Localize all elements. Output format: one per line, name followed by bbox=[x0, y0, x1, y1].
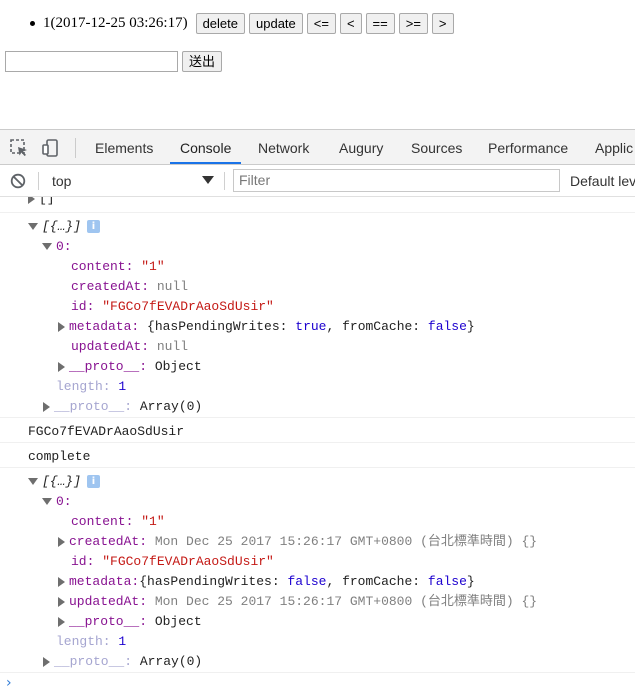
info-icon[interactable]: i bbox=[87, 220, 101, 234]
message-divider bbox=[0, 467, 635, 468]
console-message[interactable]: [{…}] i bbox=[28, 217, 101, 237]
expand-triangle-icon[interactable] bbox=[58, 361, 65, 372]
device-toolbar-icon[interactable] bbox=[41, 138, 61, 158]
tree-row[interactable]: __proto__: Object bbox=[58, 612, 202, 632]
expand-triangle-icon[interactable] bbox=[58, 576, 65, 587]
tab-application[interactable]: Applic bbox=[595, 130, 633, 164]
list-bullet bbox=[30, 21, 35, 26]
expand-triangle-icon[interactable] bbox=[58, 536, 65, 547]
message-divider bbox=[0, 442, 635, 443]
message-divider bbox=[0, 672, 635, 673]
tree-row[interactable]: createdAt: Mon Dec 25 2017 15:26:17 GMT+… bbox=[58, 532, 537, 552]
tree-row: createdAt: null bbox=[71, 279, 189, 294]
log-levels-dropdown[interactable]: Default lev bbox=[570, 165, 635, 196]
expand-triangle-icon[interactable] bbox=[28, 197, 35, 204]
tab-augury[interactable]: Augury bbox=[339, 130, 383, 164]
expand-triangle-icon[interactable] bbox=[58, 596, 65, 607]
tree-row: id: "FGCo7fEVADrAaoSdUsir" bbox=[71, 554, 274, 569]
expand-triangle-icon[interactable] bbox=[43, 656, 50, 667]
console-message: FGCo7fEVADrAaoSdUsir bbox=[28, 424, 185, 439]
info-icon[interactable]: i bbox=[87, 475, 101, 489]
filter-input[interactable]: Filter bbox=[233, 169, 560, 192]
tab-network[interactable]: Network bbox=[258, 130, 309, 164]
filterbar-divider bbox=[38, 172, 39, 190]
collapse-triangle-icon[interactable] bbox=[28, 478, 38, 486]
tree-row[interactable]: 0: bbox=[42, 237, 72, 257]
todo-item-text: 1(2017-12-25 03:26:17) bbox=[43, 15, 188, 31]
delete-button[interactable]: delete bbox=[195, 13, 245, 34]
tree-row: id: "FGCo7fEVADrAaoSdUsir" bbox=[71, 299, 274, 314]
tree-row: updatedAt: null bbox=[71, 339, 189, 354]
console-filterbar: top Filter Default lev bbox=[0, 165, 635, 197]
devtools-panel: Elements Console Network Augury Sources … bbox=[0, 129, 635, 689]
filterbar-divider bbox=[224, 172, 225, 190]
collapse-triangle-icon[interactable] bbox=[42, 498, 52, 506]
expand-triangle-icon[interactable] bbox=[58, 616, 65, 627]
tab-sources[interactable]: Sources bbox=[411, 130, 462, 164]
collapse-triangle-icon[interactable] bbox=[28, 223, 38, 231]
tree-row[interactable]: __proto__: Array(0) bbox=[43, 397, 202, 417]
less-than-button[interactable]: < bbox=[339, 13, 362, 34]
update-button[interactable]: update bbox=[249, 13, 303, 34]
expand-triangle-icon[interactable] bbox=[58, 321, 65, 332]
toolbar-divider bbox=[75, 138, 76, 158]
tree-row: content: "1" bbox=[71, 514, 165, 529]
tree-row[interactable]: metadata: {hasPendingWrites: true, fromC… bbox=[58, 317, 475, 337]
console-message[interactable]: [{…}] i bbox=[28, 472, 101, 492]
message-divider bbox=[0, 212, 635, 213]
message-divider bbox=[0, 417, 635, 418]
todo-list-item: 1(2017-12-25 03:26:17) delete update <= … bbox=[30, 13, 454, 34]
context-selector[interactable]: top bbox=[52, 165, 71, 196]
new-todo-form: 送出 bbox=[5, 51, 223, 72]
chevron-down-icon[interactable] bbox=[202, 176, 214, 184]
tree-row: length: 1 bbox=[56, 634, 127, 649]
page-area: 1(2017-12-25 03:26:17) delete update <= … bbox=[0, 0, 635, 129]
tab-elements[interactable]: Elements bbox=[95, 130, 153, 164]
console-output: [] [{…}] i 0: content: "1" createdAt: nul… bbox=[0, 197, 635, 689]
tree-row[interactable]: updatedAt: Mon Dec 25 2017 15:26:17 GMT+… bbox=[58, 592, 537, 612]
submit-button[interactable]: 送出 bbox=[182, 51, 223, 72]
less-equal-button[interactable]: <= bbox=[306, 13, 336, 34]
greater-equal-button[interactable]: >= bbox=[398, 13, 428, 34]
expand-triangle-icon[interactable] bbox=[43, 401, 50, 412]
tree-row[interactable]: __proto__: Array(0) bbox=[43, 652, 202, 672]
clear-console-icon[interactable] bbox=[10, 173, 26, 189]
todo-input[interactable] bbox=[5, 51, 178, 72]
tree-row[interactable]: 0: bbox=[42, 492, 72, 512]
collapse-triangle-icon[interactable] bbox=[42, 243, 52, 251]
equal-button[interactable]: == bbox=[365, 13, 395, 34]
tab-performance[interactable]: Performance bbox=[488, 130, 568, 164]
tree-row: length: 1 bbox=[56, 379, 127, 394]
console-message[interactable]: [] bbox=[28, 197, 55, 209]
console-prompt[interactable]: › bbox=[6, 675, 12, 689]
tab-console[interactable]: Console bbox=[170, 130, 242, 164]
tree-row[interactable]: __proto__: Object bbox=[58, 357, 202, 377]
tree-row[interactable]: metadata:{hasPendingWrites: false, fromC… bbox=[58, 572, 475, 592]
devtools-tabbar: Elements Console Network Augury Sources … bbox=[0, 130, 635, 165]
greater-than-button[interactable]: > bbox=[431, 13, 454, 34]
inspect-element-icon[interactable] bbox=[9, 138, 29, 158]
tree-row: content: "1" bbox=[71, 259, 165, 274]
console-message: complete bbox=[28, 449, 91, 464]
